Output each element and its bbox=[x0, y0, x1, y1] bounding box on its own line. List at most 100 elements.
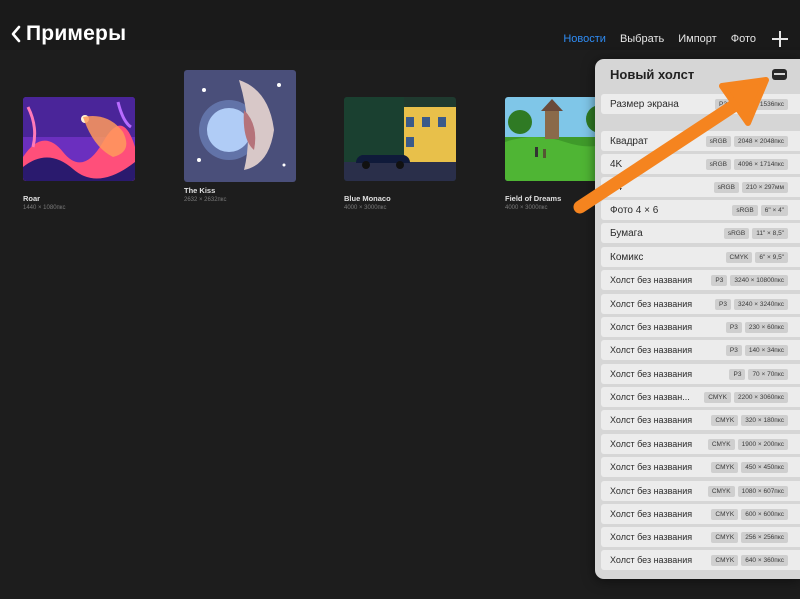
popover-header: Новый холст bbox=[595, 59, 800, 89]
canvas-preset-row[interactable]: Холст без назван... CMYK 2200 × 3060пкс bbox=[601, 387, 800, 407]
preset-badges: P3 70 × 70пкс bbox=[729, 368, 788, 380]
canvas-size-badge: 1900 × 200пкс bbox=[737, 438, 788, 450]
folder-icon[interactable] bbox=[772, 69, 787, 80]
artwork-name: Roar bbox=[23, 194, 41, 203]
canvas-preset-row[interactable]: Холст без названия P3 140 × 34пкс bbox=[601, 340, 800, 360]
preset-name: Холст без названия bbox=[610, 299, 693, 309]
preset-name: Холст без названия bbox=[610, 462, 693, 472]
canvas-preset-row[interactable]: Холст без названия CMYK 256 × 256пкс bbox=[601, 527, 800, 547]
preset-badges: CMYK 640 × 360пкс bbox=[711, 554, 788, 566]
preset-name: Холст без названия bbox=[610, 439, 693, 449]
preset-name: Фото 4 × 6 bbox=[610, 204, 659, 216]
artwork-thumbnail[interactable] bbox=[344, 97, 456, 181]
canvas-size-badge: 3240 × 3240пкс bbox=[733, 298, 788, 310]
new-canvas-popover: Новый холст Размер экрана P3 2048 × 1536пк… bbox=[595, 59, 800, 579]
color-space-badge: sRGB bbox=[723, 227, 750, 239]
preset-badges: P3 140 × 34пкс bbox=[725, 344, 788, 356]
canvas-preset-row[interactable]: Размер экрана P3 2048 × 1536пкс bbox=[601, 94, 800, 114]
artwork-dimensions: 2632 × 2632пкс bbox=[184, 197, 227, 203]
preset-badges: CMYK 600 × 600пкс bbox=[711, 508, 788, 520]
canvas-size-badge: 11" × 8,5" bbox=[752, 227, 788, 239]
preset-badges: CMYK 320 × 180пкс bbox=[711, 414, 788, 426]
canvas-preset-row[interactable]: Фото 4 × 6 sRGB 6" × 4" bbox=[601, 200, 800, 220]
color-space-badge: CMYK bbox=[711, 554, 739, 566]
page-title: Примеры bbox=[26, 22, 127, 45]
canvas-preset-row[interactable]: Холст без названия CMYK 1900 × 200пкс bbox=[601, 434, 800, 454]
canvas-preset-row[interactable]: Квадрат sRGB 2048 × 2048пкс bbox=[601, 131, 800, 151]
back-button[interactable]: Примеры bbox=[10, 22, 126, 46]
color-space-badge: P3 bbox=[711, 274, 728, 286]
artwork-item-the-kiss[interactable]: The Kiss 2632 × 2632пкс bbox=[184, 70, 296, 203]
canvas-preset-row[interactable]: 4K sRGB 4096 × 1714пкс bbox=[601, 154, 800, 174]
canvas-preset-row[interactable]: Холст без названия CMYK 450 × 450пкс bbox=[601, 457, 800, 477]
preset-name: Холст без названия bbox=[610, 415, 693, 425]
artwork-thumbnail[interactable] bbox=[184, 70, 296, 182]
preset-name: A4 bbox=[610, 181, 623, 193]
tab-select[interactable]: Выбрать bbox=[620, 33, 664, 45]
preset-badges: sRGB 4096 × 1714пкс bbox=[705, 158, 788, 170]
canvas-size-badge: 140 × 34пкс bbox=[744, 344, 788, 356]
preset-name: Холст без названия bbox=[610, 555, 693, 565]
color-space-badge: CMYK bbox=[711, 414, 739, 426]
nav-tabs: Новости Выбрать Импорт Фото bbox=[563, 31, 800, 47]
canvas-preset-row[interactable]: Холст без названия CMYK 640 × 360пкс bbox=[601, 550, 800, 570]
preset-name: 4K bbox=[610, 158, 623, 170]
tab-photo[interactable]: Фото bbox=[731, 33, 756, 45]
preset-badges: sRGB 6" × 4" bbox=[732, 204, 788, 216]
color-space-badge: P3 bbox=[715, 298, 731, 310]
plus-icon[interactable] bbox=[772, 31, 788, 47]
canvas-preset-row[interactable]: Холст без названия CMYK 600 × 600пкс bbox=[601, 504, 800, 524]
canvas-preset-row[interactable]: Холст без названия P3 230 × 60пкс bbox=[601, 317, 800, 337]
canvas-size-badge: 6" × 4" bbox=[760, 204, 788, 216]
preset-badges: sRGB 2048 × 2048пкс bbox=[705, 135, 788, 147]
preset-name: Бумага bbox=[610, 227, 643, 239]
canvas-preset-row[interactable]: Комикс CMYK 6" × 9,5" bbox=[601, 247, 800, 267]
artwork-item-blue-monaco[interactable]: Blue Monaco 4000 × 3000пкс bbox=[344, 97, 456, 211]
preset-name: Комикс bbox=[610, 251, 644, 263]
preset-name: Холст без названия bbox=[610, 275, 693, 285]
artwork-thumbnail[interactable] bbox=[23, 97, 135, 181]
preset-badges: CMYK 1080 × 607пкс bbox=[707, 485, 788, 497]
canvas-preset-row[interactable]: Бумага sRGB 11" × 8,5" bbox=[601, 223, 800, 243]
canvas-preset-row[interactable]: A4 sRGB 210 × 297мм bbox=[601, 177, 800, 197]
color-space-badge: CMYK bbox=[711, 508, 739, 520]
canvas-size-badge: 256 × 256пкс bbox=[741, 531, 788, 543]
preset-badges: P3 3240 × 10800пкс bbox=[711, 274, 788, 286]
preset-name: Холст без названия bbox=[610, 509, 693, 519]
canvas-size-badge: 2048 × 1536пкс bbox=[733, 98, 788, 110]
preset-name: Холст без названия bbox=[610, 345, 693, 355]
color-space-badge: sRGB bbox=[705, 135, 731, 147]
canvas-size-badge: 1080 × 607пкс bbox=[737, 485, 788, 497]
preset-name: Холст без названия bbox=[610, 486, 693, 496]
artwork-item-roar[interactable]: Roar 1440 × 1080пкс bbox=[23, 97, 135, 211]
top-bar: Примеры Новости Выбрать Импорт Фото bbox=[0, 0, 800, 50]
color-space-badge: P3 bbox=[725, 321, 742, 333]
preset-badges: sRGB 11" × 8,5" bbox=[723, 227, 788, 239]
preset-name: Холст без назван... bbox=[610, 392, 690, 402]
canvas-size-badge: 2048 × 2048пкс bbox=[733, 135, 788, 147]
color-space-badge: CMYK bbox=[704, 391, 731, 403]
canvas-size-badge: 3240 × 10800пкс bbox=[730, 274, 788, 286]
tab-import[interactable]: Импорт bbox=[678, 33, 716, 45]
popover-title: Новый холст bbox=[610, 67, 695, 82]
canvas-preset-row[interactable]: Холст без названия CMYK 320 × 180пкс bbox=[601, 410, 800, 430]
preset-badges: P3 3240 × 3240пкс bbox=[715, 298, 788, 310]
tab-news[interactable]: Новости bbox=[563, 33, 606, 45]
color-space-badge: CMYK bbox=[711, 531, 739, 543]
canvas-size-badge: 640 × 360пкс bbox=[741, 554, 788, 566]
canvas-preset-row[interactable]: Холст без названия P3 3240 × 3240пкс bbox=[601, 294, 800, 314]
color-space-badge: P3 bbox=[729, 368, 746, 380]
canvas-size-badge: 2200 × 3060пкс bbox=[733, 391, 788, 403]
canvas-size-badge: 450 × 450пкс bbox=[741, 461, 788, 473]
preset-name: Размер экрана bbox=[610, 98, 679, 110]
preset-name: Холст без названия bbox=[610, 322, 693, 332]
canvas-preset-row[interactable]: Холст без названия P3 3240 × 10800пкс bbox=[601, 270, 800, 290]
canvas-preset-row[interactable]: Холст без названия P3 70 × 70пкс bbox=[601, 364, 800, 384]
chevron-left-icon bbox=[11, 25, 21, 43]
preset-name: Холст без названия bbox=[610, 532, 693, 542]
canvas-preset-row[interactable]: Холст без названия CMYK 1080 × 607пкс bbox=[601, 481, 800, 501]
preset-name: Холст без названия bbox=[610, 369, 693, 379]
canvas-size-badge: 70 × 70пкс bbox=[748, 368, 788, 380]
canvas-size-badge: 6" × 9,5" bbox=[755, 251, 788, 263]
canvas-size-badge: 320 × 180пкс bbox=[741, 414, 788, 426]
